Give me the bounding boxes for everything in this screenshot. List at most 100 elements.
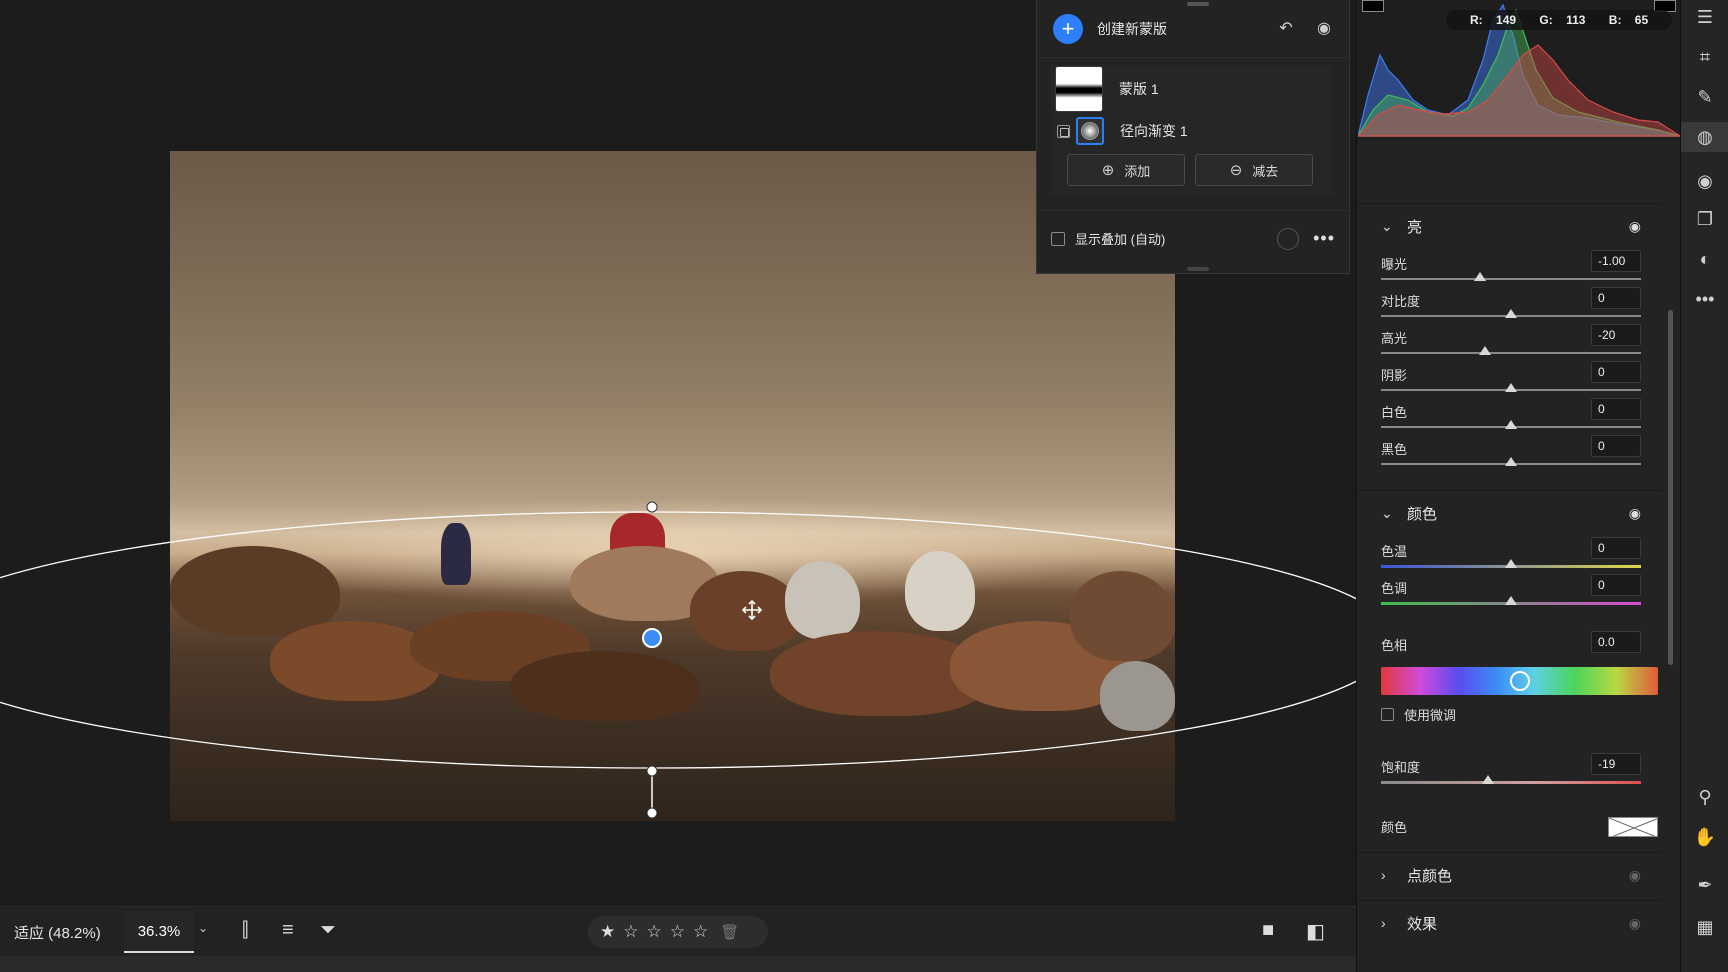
slider-thumb[interactable] bbox=[1505, 383, 1517, 392]
chevron-right-icon[interactable]: › bbox=[1381, 867, 1399, 883]
slider-value[interactable]: -20 bbox=[1591, 324, 1641, 346]
photo[interactable] bbox=[170, 151, 1175, 821]
slider-track[interactable] bbox=[1381, 309, 1641, 318]
hand-icon[interactable]: ✋ bbox=[1681, 822, 1728, 852]
eye-icon[interactable]: ◉ bbox=[1629, 867, 1641, 884]
panel-resize-handle[interactable] bbox=[1187, 267, 1209, 271]
saturation-slider[interactable]: 饱和度 -19 bbox=[1357, 751, 1663, 788]
histogram[interactable]: R: 149 G: 113 B: 65 bbox=[1358, 0, 1680, 140]
eye-icon[interactable]: ◉ bbox=[1629, 505, 1641, 522]
subtract-button[interactable]: ⊖ 减去 bbox=[1195, 154, 1313, 186]
star-icon[interactable]: ★ bbox=[600, 922, 615, 942]
slider-track[interactable] bbox=[1381, 457, 1641, 466]
temperature-track[interactable] bbox=[1381, 559, 1641, 568]
red-eye-icon[interactable]: ◉ bbox=[1681, 166, 1728, 196]
crop-icon[interactable]: ⌗ bbox=[1681, 42, 1728, 72]
slider-value[interactable]: -1.00 bbox=[1591, 250, 1641, 272]
radial-gradient-icon[interactable] bbox=[1076, 117, 1104, 145]
slider-value[interactable]: 0 bbox=[1591, 435, 1641, 457]
light-slider[interactable]: 高光 -20 bbox=[1357, 322, 1663, 359]
slider-value[interactable]: 0 bbox=[1591, 287, 1641, 309]
color-section-header[interactable]: ⌄ 颜色 ◉ bbox=[1357, 491, 1663, 535]
component-toggle[interactable] bbox=[1057, 124, 1070, 138]
mask-thumbnail[interactable] bbox=[1055, 66, 1103, 112]
mask-component-item[interactable]: 径向渐变 1 bbox=[1051, 112, 1333, 150]
light-slider[interactable]: 曝光 -1.00 bbox=[1357, 248, 1663, 285]
slider-value[interactable]: 0 bbox=[1591, 398, 1641, 420]
presets-icon[interactable]: ❐ bbox=[1681, 204, 1728, 234]
fine-adjust-label[interactable]: 使用微调 bbox=[1404, 705, 1456, 724]
slider-thumb[interactable] bbox=[1479, 346, 1491, 355]
chevron-down-icon[interactable]: ⌄ bbox=[198, 921, 208, 935]
eye-icon[interactable]: ◉ bbox=[1629, 915, 1641, 932]
effects-header[interactable]: › 效果 ◉ bbox=[1357, 901, 1663, 945]
eye-icon[interactable]: ◉ bbox=[1629, 218, 1641, 235]
slider-thumb[interactable] bbox=[1505, 309, 1517, 318]
create-mask-button[interactable]: + bbox=[1053, 13, 1083, 44]
more-icon[interactable]: ••• bbox=[1681, 284, 1728, 314]
slider-track[interactable] bbox=[1381, 420, 1641, 429]
masking-icon[interactable]: ◍ bbox=[1681, 122, 1728, 152]
slider-thumb[interactable] bbox=[1473, 272, 1486, 281]
zoom-level-button[interactable]: 36.3% bbox=[124, 911, 194, 953]
temperature-value[interactable]: 0 bbox=[1591, 537, 1641, 559]
chevron-right-icon[interactable]: › bbox=[1381, 915, 1399, 931]
slider-track[interactable] bbox=[1381, 346, 1641, 355]
light-slider[interactable]: 阴影 0 bbox=[1357, 359, 1663, 396]
mask-name[interactable]: 蒙版 1 bbox=[1119, 79, 1159, 99]
point-color-header[interactable]: › 点颜色 ◉ bbox=[1357, 853, 1663, 897]
mask-item[interactable]: 蒙版 1 bbox=[1051, 66, 1333, 112]
saturation-value[interactable]: -19 bbox=[1591, 753, 1641, 775]
star-icon[interactable]: ☆ bbox=[693, 922, 708, 942]
add-button[interactable]: ⊕ 添加 bbox=[1067, 154, 1185, 186]
zoom-icon[interactable]: ⚲ bbox=[1681, 782, 1728, 812]
hue-spectrum-slider[interactable] bbox=[1381, 667, 1658, 695]
light-slider[interactable]: 白色 0 bbox=[1357, 396, 1663, 433]
slider-thumb[interactable] bbox=[1505, 420, 1517, 429]
temperature-slider[interactable]: 色温 0 bbox=[1357, 535, 1663, 572]
light-section-header[interactable]: ⌄ 亮 ◉ bbox=[1357, 204, 1663, 248]
more-options-icon[interactable]: ••• bbox=[1313, 228, 1335, 249]
color-sampler-icon[interactable]: ✒ bbox=[1681, 870, 1728, 900]
sort-icon[interactable]: ≡ bbox=[282, 919, 294, 942]
color-mix-icon[interactable]: ◐ bbox=[1681, 244, 1728, 274]
component-name[interactable]: 径向渐变 1 bbox=[1120, 121, 1188, 141]
zoom-fit-button[interactable]: 适应 (48.2%) bbox=[14, 922, 101, 943]
tint-value[interactable]: 0 bbox=[1591, 574, 1641, 596]
filter-icon[interactable]: ⏷ bbox=[320, 919, 336, 942]
eye-icon[interactable]: ◉ bbox=[1313, 18, 1335, 40]
light-slider[interactable]: 黑色 0 bbox=[1357, 433, 1663, 470]
create-mask-label[interactable]: 创建新蒙版 bbox=[1097, 19, 1259, 39]
healing-icon[interactable]: ✎ bbox=[1681, 82, 1728, 112]
slider-thumb[interactable] bbox=[1505, 559, 1517, 568]
sliders-icon[interactable]: ☰ bbox=[1681, 2, 1728, 32]
filmstrip-icon[interactable]: ⫿ bbox=[242, 919, 248, 942]
light-slider[interactable]: 对比度 0 bbox=[1357, 285, 1663, 322]
star-icon[interactable]: ☆ bbox=[623, 922, 638, 942]
star-rating[interactable]: ★ ☆ ☆ ☆ ☆ 🗑 bbox=[588, 916, 768, 948]
star-icon[interactable]: ☆ bbox=[670, 922, 685, 942]
hue-handle[interactable] bbox=[1509, 671, 1530, 691]
tint-slider[interactable]: 色调 0 bbox=[1357, 572, 1663, 609]
star-icon[interactable]: ☆ bbox=[647, 922, 662, 942]
color-swatch[interactable] bbox=[1608, 817, 1658, 837]
panel-scrollbar[interactable] bbox=[1668, 310, 1673, 665]
single-view-icon[interactable]: ■ bbox=[1262, 919, 1274, 942]
shadow-clipping-icon[interactable] bbox=[1362, 0, 1384, 12]
fine-adjust-row[interactable]: 使用微调 bbox=[1381, 705, 1456, 724]
slider-thumb[interactable] bbox=[1505, 457, 1517, 466]
fine-adjust-checkbox[interactable] bbox=[1381, 708, 1394, 721]
panel-drag-handle[interactable] bbox=[1187, 2, 1209, 6]
hue-value[interactable]: 0.0 bbox=[1591, 631, 1641, 653]
chevron-down-icon[interactable]: ⌄ bbox=[1381, 218, 1399, 235]
trash-icon[interactable]: 🗑 bbox=[720, 923, 739, 941]
saturation-track[interactable] bbox=[1381, 775, 1641, 784]
slider-track[interactable] bbox=[1381, 383, 1641, 392]
compare-view-icon[interactable]: ◧ bbox=[1306, 919, 1325, 944]
grid-icon[interactable]: ▦ bbox=[1681, 912, 1728, 942]
undo-icon[interactable]: ↶ bbox=[1275, 18, 1297, 40]
show-overlay-checkbox[interactable] bbox=[1051, 231, 1065, 246]
chevron-down-icon[interactable]: ⌄ bbox=[1381, 505, 1399, 522]
slider-track[interactable] bbox=[1381, 272, 1641, 281]
tint-track[interactable] bbox=[1381, 596, 1641, 605]
